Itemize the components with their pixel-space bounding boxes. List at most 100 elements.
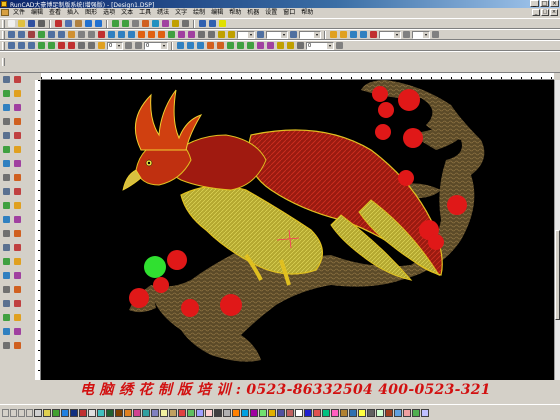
tool-2-icon[interactable] xyxy=(13,75,22,84)
tool-31-icon[interactable] xyxy=(2,285,11,294)
hoop-icon[interactable] xyxy=(349,30,358,39)
width-field[interactable]: ▾ xyxy=(379,30,401,39)
thread-color-swatch[interactable] xyxy=(142,408,150,417)
redraw-icon[interactable] xyxy=(206,41,215,50)
thread-color-swatch[interactable] xyxy=(88,408,96,417)
zoom-fit-icon[interactable] xyxy=(131,19,140,28)
pattern-icon[interactable] xyxy=(276,41,285,50)
satin-icon[interactable] xyxy=(147,30,156,39)
menu-stitch[interactable]: 绣法 xyxy=(154,8,172,17)
thread-color-swatch[interactable] xyxy=(115,408,123,417)
sort-icon[interactable] xyxy=(97,41,106,50)
thread-color-swatch[interactable] xyxy=(97,408,105,417)
color-change-icon[interactable] xyxy=(217,30,226,39)
reshape-icon[interactable] xyxy=(17,41,26,50)
tool-38-icon[interactable] xyxy=(13,327,22,336)
thread-color-swatch[interactable] xyxy=(160,408,168,417)
tool-4-icon[interactable] xyxy=(13,89,22,98)
tool-35-icon[interactable] xyxy=(2,313,11,322)
thread-color-swatch[interactable] xyxy=(34,408,42,417)
view-points-icon[interactable] xyxy=(196,41,205,50)
compensation-field[interactable]: ▾ xyxy=(299,30,321,39)
rotate-icon[interactable] xyxy=(27,30,36,39)
mirror-h-icon[interactable] xyxy=(47,30,56,39)
tool-16-icon[interactable] xyxy=(13,173,22,182)
tool-15-icon[interactable] xyxy=(2,173,11,182)
doc-close-button[interactable]: × xyxy=(550,9,558,16)
cut-icon[interactable] xyxy=(54,19,63,28)
view-stitches-icon[interactable] xyxy=(176,41,185,50)
thread-color-swatch[interactable] xyxy=(124,408,132,417)
tool-32-icon[interactable] xyxy=(13,285,22,294)
thread-color-swatch[interactable] xyxy=(394,408,402,417)
tool-40-icon[interactable] xyxy=(13,341,22,350)
angle-field[interactable]: ▾ xyxy=(237,30,255,39)
zoom-field[interactable]: 0 ▾ xyxy=(306,41,334,50)
print-icon[interactable] xyxy=(37,19,46,28)
thread-color-swatch[interactable] xyxy=(340,408,348,417)
tool-25-icon[interactable] xyxy=(2,243,11,252)
vertical-scrollbar[interactable] xyxy=(554,80,560,380)
close-button[interactable]: × xyxy=(550,0,559,7)
maximize-button[interactable]: □ xyxy=(540,0,549,7)
simulate-icon[interactable] xyxy=(171,19,180,28)
width-icon[interactable] xyxy=(402,30,411,39)
thread-color-swatch[interactable] xyxy=(322,408,330,417)
tool-17-icon[interactable] xyxy=(2,187,11,196)
slow-redraw-icon[interactable] xyxy=(216,41,225,50)
menu-view[interactable]: 查看 xyxy=(46,8,64,17)
tool-10-icon[interactable] xyxy=(13,131,22,140)
view-outlines-icon[interactable] xyxy=(186,41,195,50)
tool-19-icon[interactable] xyxy=(2,201,11,210)
toolbar-grip[interactable] xyxy=(2,58,5,66)
group-icon[interactable] xyxy=(77,30,86,39)
toolbar-grip[interactable] xyxy=(2,30,5,39)
applique-icon[interactable] xyxy=(167,30,176,39)
tie-icon[interactable] xyxy=(207,30,216,39)
thread-color-swatch[interactable] xyxy=(241,408,249,417)
menu-file[interactable]: 文件 xyxy=(10,8,28,17)
thread-color-swatch[interactable] xyxy=(61,408,69,417)
scale-icon[interactable] xyxy=(37,30,46,39)
design-canvas[interactable] xyxy=(41,80,554,380)
help-icon[interactable] xyxy=(218,19,227,28)
menu-window[interactable]: 窗口 xyxy=(280,8,298,17)
scroll-thumb[interactable] xyxy=(555,230,560,320)
menu-options[interactable]: 选项 xyxy=(100,8,118,17)
density-field[interactable]: ▾ xyxy=(266,30,288,39)
save-icon[interactable] xyxy=(27,19,36,28)
tool-33-icon[interactable] xyxy=(2,299,11,308)
color-edit-button[interactable] xyxy=(26,408,33,417)
thread-color-swatch[interactable] xyxy=(223,408,231,417)
node-icon[interactable] xyxy=(107,30,116,39)
thread-color-swatch[interactable] xyxy=(151,408,159,417)
thread-color-swatch[interactable] xyxy=(214,408,222,417)
tool-28-icon[interactable] xyxy=(13,257,22,266)
thread-color-swatch[interactable] xyxy=(412,408,420,417)
tool-26-icon[interactable] xyxy=(13,243,22,252)
menu-settings[interactable]: 设置 xyxy=(262,8,280,17)
tool-9-icon[interactable] xyxy=(2,131,11,140)
tool-12-icon[interactable] xyxy=(13,145,22,154)
tool-37-icon[interactable] xyxy=(2,327,11,336)
thread-color-swatch[interactable] xyxy=(313,408,321,417)
trim-icon[interactable] xyxy=(197,30,206,39)
knife-icon[interactable] xyxy=(27,41,36,50)
tool-18-icon[interactable] xyxy=(13,187,22,196)
tool-8-icon[interactable] xyxy=(13,117,22,126)
menu-draw[interactable]: 绘制 xyxy=(190,8,208,17)
thread-color-swatch[interactable] xyxy=(421,408,429,417)
tool-14-icon[interactable] xyxy=(13,159,22,168)
height-field[interactable]: ▾ xyxy=(412,30,430,39)
measure-icon[interactable] xyxy=(266,41,275,50)
auto-digitize-icon[interactable] xyxy=(369,30,378,39)
stitch-length-icon[interactable] xyxy=(256,30,265,39)
redo-icon[interactable] xyxy=(94,19,103,28)
stop-icon[interactable] xyxy=(227,30,236,39)
document-icon[interactable] xyxy=(1,9,9,16)
new-file-icon[interactable] xyxy=(7,19,16,28)
break-icon[interactable] xyxy=(57,41,66,50)
thread-color-swatch[interactable] xyxy=(169,408,177,417)
y-offset-field[interactable]: 0 ▾ xyxy=(144,41,168,50)
lock-icon[interactable] xyxy=(77,41,86,50)
